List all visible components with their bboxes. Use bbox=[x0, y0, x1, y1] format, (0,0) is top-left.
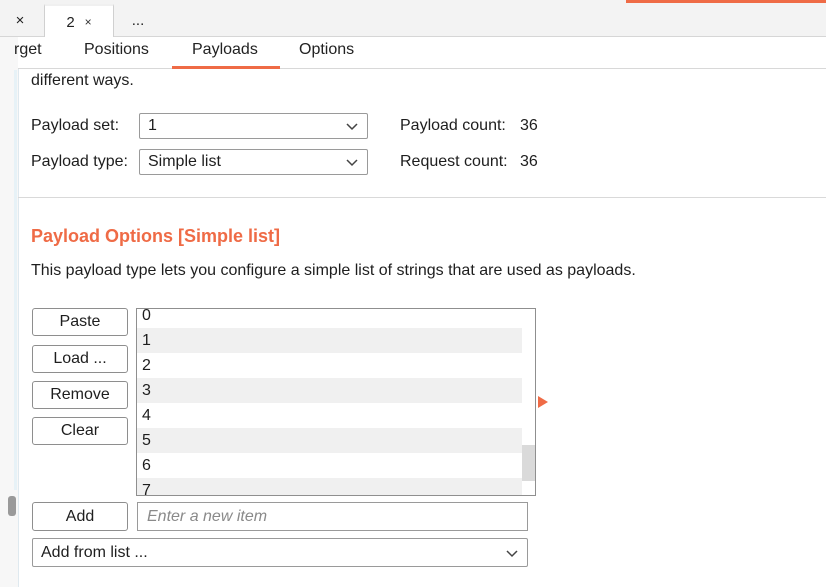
tab-new-label: ... bbox=[131, 11, 145, 29]
payload-type-label: Payload type: bbox=[31, 153, 128, 170]
payload-count-value: 36 bbox=[520, 117, 538, 134]
tab-target[interactable]: rget bbox=[14, 41, 42, 59]
payload-set-label: Payload set: bbox=[31, 117, 120, 134]
request-count-value: 36 bbox=[520, 153, 538, 170]
list-item[interactable]: 2 bbox=[137, 353, 523, 378]
add-from-list-select[interactable]: Add from list ... bbox=[32, 538, 528, 567]
close-icon[interactable]: × bbox=[16, 12, 25, 29]
resize-handle[interactable] bbox=[8, 496, 16, 516]
chevron-down-icon bbox=[506, 550, 518, 558]
tab-payloads[interactable]: Payloads bbox=[192, 41, 258, 59]
tab-strip-accent bbox=[626, 0, 826, 3]
list-item[interactable]: 5 bbox=[137, 428, 523, 453]
tab-2[interactable]: 2 × bbox=[44, 4, 114, 38]
intro-text: different ways. bbox=[31, 72, 134, 89]
payload-set-select[interactable]: 1 bbox=[139, 113, 368, 139]
list-item[interactable]: 0 bbox=[137, 309, 523, 328]
list-item[interactable]: 3 bbox=[137, 378, 523, 403]
expand-arrow-icon[interactable] bbox=[538, 396, 548, 408]
chevron-down-icon bbox=[346, 159, 358, 167]
payload-type-select[interactable]: Simple list bbox=[139, 149, 368, 175]
clear-button[interactable]: Clear bbox=[32, 417, 128, 445]
payload-list[interactable]: 0 1 2 3 4 5 6 7 bbox=[136, 308, 536, 496]
paste-button[interactable]: Paste bbox=[32, 308, 128, 336]
payload-count-label: Payload count: bbox=[400, 117, 506, 134]
add-from-list-value: Add from list ... bbox=[41, 543, 148, 561]
list-item[interactable]: 7 bbox=[137, 478, 523, 495]
add-button[interactable]: Add bbox=[32, 502, 128, 531]
tab-positions[interactable]: Positions bbox=[84, 41, 149, 59]
payload-set-value: 1 bbox=[148, 117, 157, 134]
tab-previous-close[interactable]: × bbox=[8, 4, 32, 36]
request-count-label: Request count: bbox=[400, 153, 508, 170]
close-icon[interactable]: × bbox=[85, 15, 92, 29]
section-title: Payload Options [Simple list] bbox=[31, 226, 281, 246]
active-tab-indicator bbox=[172, 66, 280, 69]
remove-button[interactable]: Remove bbox=[32, 381, 128, 409]
tab-options[interactable]: Options bbox=[299, 41, 354, 59]
tab-new[interactable]: ... bbox=[118, 4, 158, 36]
chevron-down-icon bbox=[346, 123, 358, 131]
load-button[interactable]: Load ... bbox=[32, 345, 128, 373]
payload-type-value: Simple list bbox=[148, 153, 221, 170]
list-item[interactable]: 4 bbox=[137, 403, 523, 428]
list-scrollbar[interactable] bbox=[522, 309, 535, 495]
scrollbar-thumb[interactable] bbox=[522, 445, 535, 481]
section-divider bbox=[18, 197, 826, 198]
tab-label: 2 bbox=[66, 13, 75, 31]
section-description: This payload type lets you configure a s… bbox=[31, 262, 636, 279]
list-item[interactable]: 1 bbox=[137, 328, 523, 353]
list-item[interactable]: 6 bbox=[137, 453, 523, 478]
new-item-placeholder: Enter a new item bbox=[147, 507, 268, 525]
new-item-input[interactable]: Enter a new item bbox=[137, 502, 528, 531]
